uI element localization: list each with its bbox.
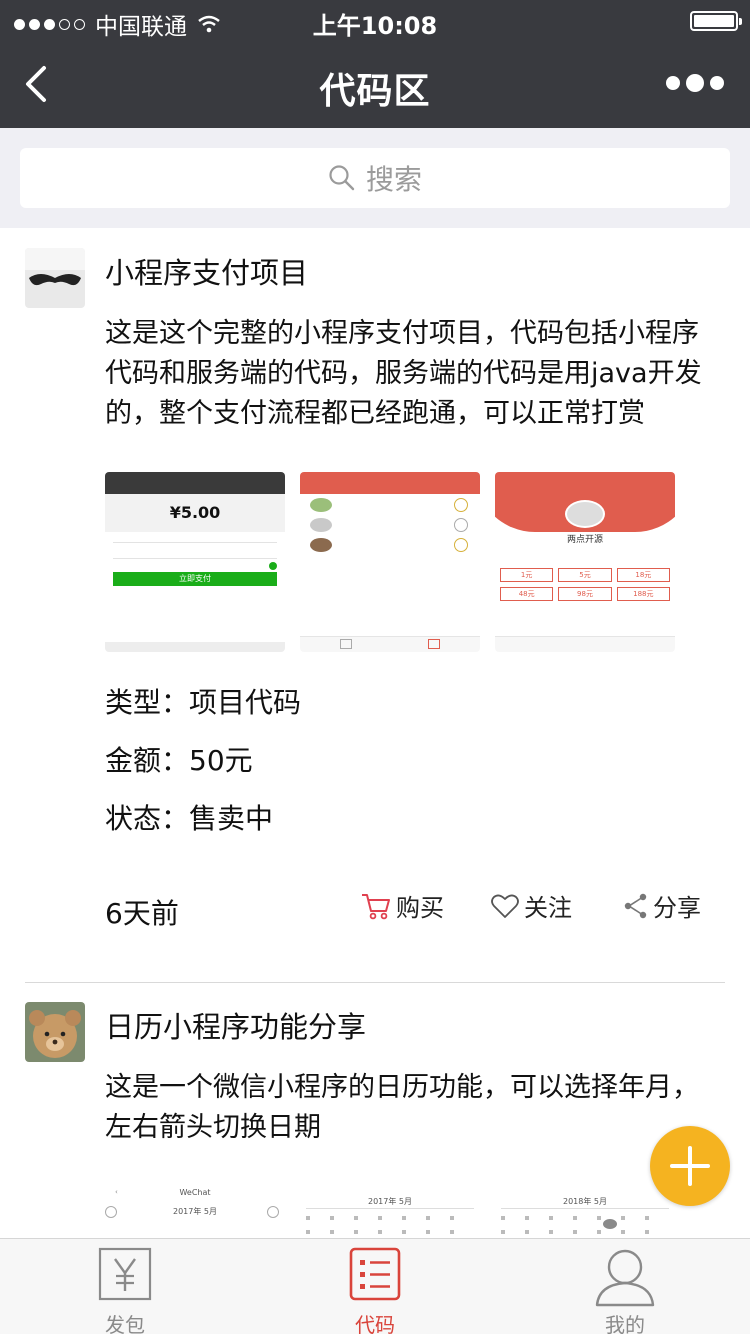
heart-icon bbox=[491, 894, 519, 918]
tab-label: 我的 bbox=[605, 1313, 645, 1334]
post-time: 6天前 bbox=[105, 897, 179, 930]
nav-bar: 代码区 bbox=[0, 40, 750, 128]
share-label: 分享 bbox=[653, 894, 701, 922]
avatar[interactable] bbox=[25, 248, 85, 308]
thumbnail-image[interactable]: 2018年 5月 bbox=[495, 1186, 675, 1238]
post-thumbnails: ¥5.00 立即支付 两点开源 1元 5元 18元 48元 98元 188元 bbox=[105, 472, 750, 652]
post-description: 这是一个微信小程序的日历功能，可以选择年月，左右箭头切换日期 bbox=[105, 1072, 699, 1143]
follow-label: 关注 bbox=[524, 894, 572, 922]
post-type: 类型：项目代码 bbox=[105, 686, 302, 719]
share-button[interactable]: 分享 bbox=[623, 888, 701, 923]
calendar-wechat-label: WeChat bbox=[179, 1188, 211, 1197]
top-bar: 中国联通 上午10:08 代码区 bbox=[0, 0, 750, 128]
buy-button[interactable]: 购买 bbox=[360, 888, 444, 923]
post-thumbnails: ‹ WeChat 2017年 5月 2017年 5月 2018年 5月 bbox=[105, 1186, 750, 1238]
post-description: 这是这个完整的小程序支付项目，代码包括小程序代码和服务端的代码，服务端的代码是用… bbox=[105, 318, 702, 429]
search-placeholder: 搜索 bbox=[365, 163, 422, 196]
tab-bar: 发包 代码 我的 bbox=[0, 1238, 750, 1334]
post-footer: 6天前 购买 关注 分享 bbox=[105, 876, 750, 946]
tab-packages[interactable]: 发包 bbox=[0, 1239, 250, 1334]
more-menu-icon[interactable] bbox=[666, 74, 724, 92]
calendar-month: 2018年 5月 bbox=[563, 1197, 607, 1206]
add-post-button[interactable] bbox=[650, 1126, 730, 1206]
thumbnail-image[interactable] bbox=[300, 472, 480, 652]
post-feed[interactable]: 小程序支付项目 这是这个完整的小程序支付项目，代码包括小程序代码和服务端的代码，… bbox=[0, 228, 750, 1238]
search-input[interactable]: 搜索 bbox=[20, 148, 730, 208]
post-price: 金额：50元 bbox=[105, 744, 253, 777]
post-status: 状态：售卖中 bbox=[105, 802, 274, 835]
page-title: 代码区 bbox=[319, 71, 431, 112]
thumbnail-image[interactable]: 两点开源 1元 5元 18元 48元 98元 188元 bbox=[495, 472, 675, 652]
tab-label: 代码 bbox=[355, 1313, 395, 1334]
user-icon bbox=[595, 1249, 655, 1307]
list-doc-icon bbox=[349, 1247, 401, 1301]
thumbnail-image[interactable]: 2017年 5月 bbox=[300, 1186, 480, 1238]
calendar-month: 2017年 5月 bbox=[173, 1207, 217, 1216]
thumbnail-image[interactable]: ¥5.00 立即支付 bbox=[105, 472, 285, 652]
search-icon bbox=[329, 165, 355, 191]
pay-button: 立即支付 bbox=[113, 572, 277, 586]
post-card[interactable]: 小程序支付项目 这是这个完整的小程序支付项目，代码包括小程序代码和服务端的代码，… bbox=[0, 228, 750, 982]
search-area: 搜索 bbox=[0, 128, 750, 228]
calendar-month: 2017年 5月 bbox=[368, 1197, 412, 1206]
buy-label: 购买 bbox=[396, 894, 444, 922]
tip-brand: 两点开源 bbox=[566, 535, 603, 545]
yuan-box-icon bbox=[98, 1247, 152, 1301]
tab-code[interactable]: 代码 bbox=[250, 1239, 500, 1334]
avatar[interactable] bbox=[25, 1002, 85, 1062]
pay-amount: ¥5.00 bbox=[169, 503, 221, 522]
status-time: 上午10:08 bbox=[312, 12, 438, 40]
post-card[interactable]: 日历小程序功能分享 这是一个微信小程序的日历功能，可以选择年月，左右箭头切换日期… bbox=[0, 982, 750, 1238]
plus-icon bbox=[670, 1146, 710, 1186]
thumbnail-image[interactable]: ‹ WeChat 2017年 5月 bbox=[105, 1186, 285, 1238]
tip-options: 1元 5元 18元 48元 98元 188元 bbox=[500, 568, 670, 601]
post-title: 小程序支付项目 bbox=[105, 256, 309, 290]
tab-label: 发包 bbox=[105, 1313, 145, 1334]
follow-button[interactable]: 关注 bbox=[490, 888, 572, 923]
cart-icon bbox=[362, 893, 390, 919]
tab-profile[interactable]: 我的 bbox=[500, 1239, 750, 1334]
share-icon bbox=[624, 893, 647, 918]
battery-icon bbox=[690, 11, 742, 31]
post-meta: 类型：项目代码 金额：50元 状态：售卖中 bbox=[105, 674, 750, 848]
status-bar: 中国联通 上午10:08 bbox=[0, 0, 750, 40]
post-title: 日历小程序功能分享 bbox=[105, 1010, 367, 1044]
